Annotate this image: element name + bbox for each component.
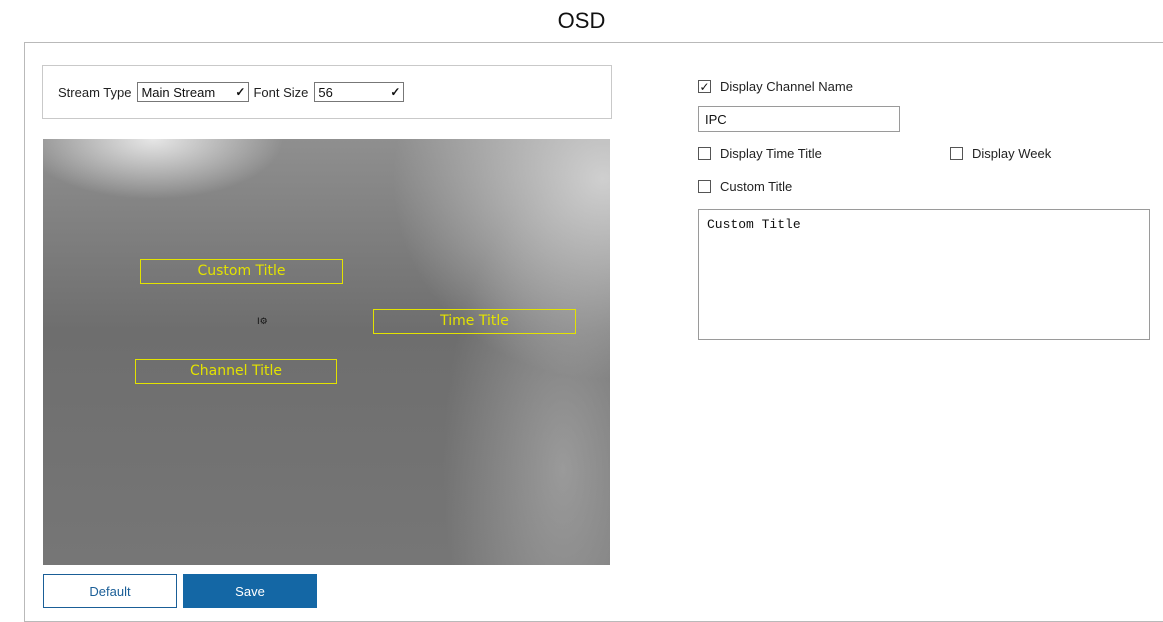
page-title: OSD [557, 8, 606, 33]
stream-toolbar: Stream Type Main Stream ✓ Font Size 56 ✓ [42, 65, 612, 119]
channel-title-overlay[interactable]: Channel Title [135, 359, 337, 384]
display-week-checkbox[interactable] [950, 147, 963, 160]
display-week-row: Display Week [950, 146, 1051, 161]
display-channel-name-checkbox[interactable]: ✓ [698, 80, 711, 93]
display-week-label: Display Week [972, 146, 1052, 161]
display-channel-name-row: ✓ Display Channel Name [698, 79, 853, 94]
font-size-label: Font Size [253, 84, 309, 100]
custom-title-overlay[interactable]: Custom Title [140, 259, 343, 284]
chevron-down-icon: ✓ [235, 85, 246, 99]
save-button[interactable]: Save [183, 574, 317, 608]
channel-name-input[interactable]: IPC [698, 106, 900, 132]
chevron-down-icon: ✓ [390, 85, 401, 99]
custom-title-textarea[interactable]: Custom Title [698, 209, 1150, 340]
font-size-value: 56 [318, 84, 333, 100]
custom-title-row: Custom Title [698, 179, 792, 194]
default-button[interactable]: Default [43, 574, 177, 608]
video-preview[interactable]: Custom Title Time Title Channel Title I⚙ [43, 139, 610, 565]
stream-type-select[interactable]: Main Stream ✓ [137, 82, 250, 102]
stream-type-label: Stream Type [58, 84, 132, 100]
custom-title-checkbox[interactable] [698, 180, 711, 193]
display-time-title-row: Display Time Title [698, 146, 822, 161]
custom-title-label: Custom Title [720, 179, 793, 194]
time-title-overlay[interactable]: Time Title [373, 309, 576, 334]
stream-type-value: Main Stream [141, 84, 216, 100]
font-size-select[interactable]: 56 ✓ [314, 82, 405, 102]
display-time-title-checkbox[interactable] [698, 147, 711, 160]
display-time-title-label: Display Time Title [720, 146, 822, 161]
cursor-icon: I⚙ [257, 317, 268, 327]
display-channel-name-label: Display Channel Name [720, 79, 853, 94]
